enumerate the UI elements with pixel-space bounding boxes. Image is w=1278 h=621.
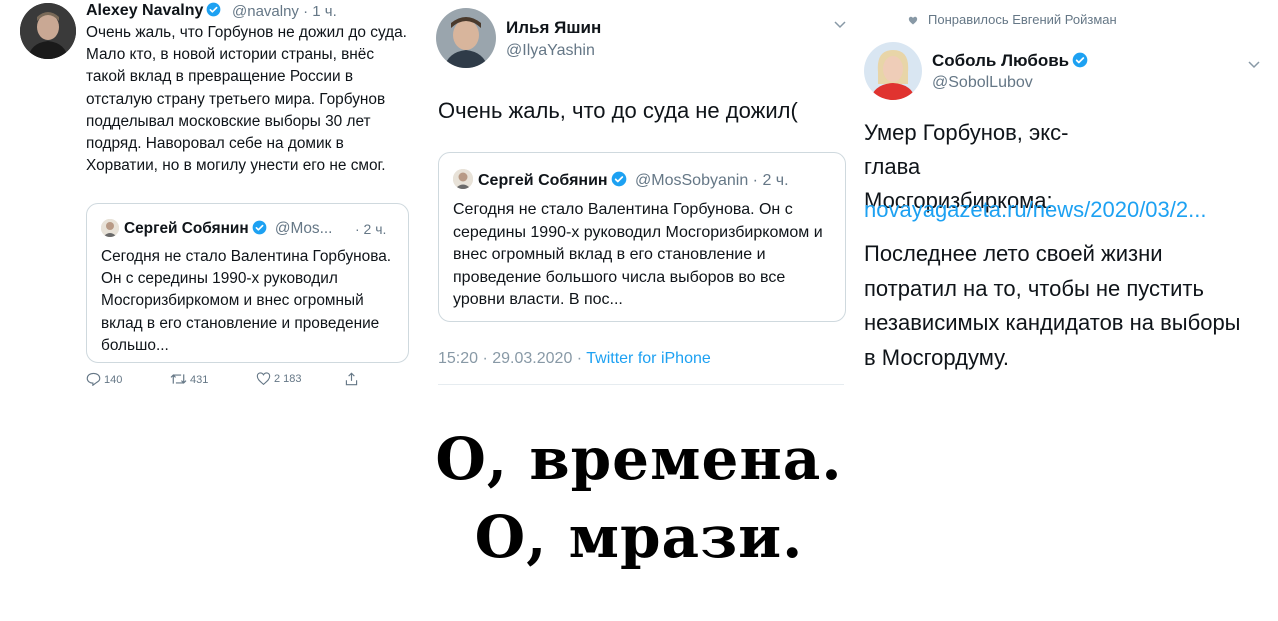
quote-text: Сегодня не стало Валентина Горбунова. Он… bbox=[101, 248, 392, 354]
author-name-text[interactable]: Соболь Любовь bbox=[932, 51, 1069, 70]
tweet-yashin: Илья Яшин @IlyaYashin Очень жаль, что до… bbox=[418, 0, 858, 400]
caption-line-2: О, мрази. bbox=[474, 503, 804, 571]
author-name[interactable]: Илья Яшин bbox=[506, 18, 601, 38]
verified-badge-icon bbox=[1072, 52, 1088, 68]
avatar-sobol[interactable] bbox=[864, 42, 922, 100]
quoted-tweet[interactable]: Сергей Собянин @MosSobyanin · 2 ч. Сегод… bbox=[438, 152, 846, 322]
reply-icon bbox=[86, 372, 101, 387]
verified-badge-icon bbox=[611, 171, 626, 187]
quoted-tweet[interactable]: Сергей Собянин @Mos... · 2 ч. Сегодня не… bbox=[86, 203, 409, 363]
like-count: 2 183 bbox=[274, 373, 302, 385]
verified-badge-icon bbox=[207, 2, 221, 17]
quote-author-handle: @Mos... bbox=[274, 220, 333, 237]
reply-button[interactable]: 140 bbox=[86, 372, 123, 387]
tweet-meta: 15:20 · 29.03.2020 · Twitter for iPhone bbox=[438, 350, 711, 368]
caption-line-1: О, времена. bbox=[435, 425, 843, 493]
reply-count: 140 bbox=[104, 374, 123, 386]
quote-author-handle-time: @MosSobyanin · 2 ч. bbox=[635, 172, 789, 189]
liked-by-text: Понравилось Евгений Ройзман bbox=[928, 12, 1117, 27]
tweet-source-link[interactable]: Twitter for iPhone bbox=[586, 350, 711, 367]
quote-avatar bbox=[101, 219, 119, 237]
retweet-count: 431 bbox=[190, 374, 209, 386]
quote-author-name: Сергей Собянин bbox=[124, 220, 249, 237]
avatar-navalny[interactable] bbox=[20, 3, 76, 59]
heart-icon bbox=[908, 16, 918, 25]
tweet-sobol: Понравилось Евгений Ройзман Соболь Любов… bbox=[858, 0, 1278, 400]
author-handle[interactable]: @SobolLubov bbox=[932, 74, 1033, 92]
verified-badge-icon bbox=[252, 220, 267, 235]
quote-author-name: Сергей Собянин bbox=[478, 172, 608, 189]
share-icon bbox=[345, 372, 358, 386]
tweet-text: Очень жаль, что до суда не дожил( bbox=[438, 98, 798, 123]
tweet-actions: 140 431 2 183 bbox=[86, 372, 386, 390]
author-name[interactable]: Соболь Любовь bbox=[932, 51, 1088, 71]
author-handle-time[interactable]: @navalny · 1 ч. bbox=[232, 3, 337, 20]
like-button[interactable]: 2 183 bbox=[256, 372, 302, 386]
quote-time: · 2 ч. bbox=[355, 221, 387, 237]
author-name-text[interactable]: Alexey Navalny bbox=[86, 2, 203, 19]
author-handle[interactable]: @IlyaYashin bbox=[506, 42, 595, 60]
share-button[interactable] bbox=[344, 372, 362, 386]
retweet-button[interactable]: 431 bbox=[170, 372, 208, 386]
retweet-icon bbox=[170, 374, 187, 384]
author-name[interactable]: Alexey Navalny bbox=[86, 2, 221, 20]
avatar-yashin[interactable] bbox=[436, 8, 496, 68]
tweet-link[interactable]: novayagazeta.ru/news/2020/03/2... bbox=[864, 196, 1206, 224]
heart-icon bbox=[256, 372, 271, 386]
tweet-navalny: Alexey Navalny @navalny · 1 ч. Очень жал… bbox=[0, 0, 418, 400]
chevron-down-icon[interactable] bbox=[834, 16, 846, 34]
quote-text: Сегодня не стало Валентина Горбунова. Он… bbox=[453, 201, 823, 309]
tweet-timestamp[interactable]: 15:20 · 29.03.2020 · bbox=[438, 350, 586, 367]
chevron-down-icon[interactable] bbox=[1248, 56, 1260, 74]
tweet-text-part-2: Последнее лето своей жизни потратил на т… bbox=[864, 241, 1241, 370]
quote-avatar bbox=[453, 169, 473, 189]
social-context[interactable]: Понравилось Евгений Ройзман bbox=[908, 12, 1117, 27]
tweet-text: Очень жаль, что Горбунов не дожил до суд… bbox=[86, 24, 407, 175]
divider bbox=[438, 384, 844, 385]
